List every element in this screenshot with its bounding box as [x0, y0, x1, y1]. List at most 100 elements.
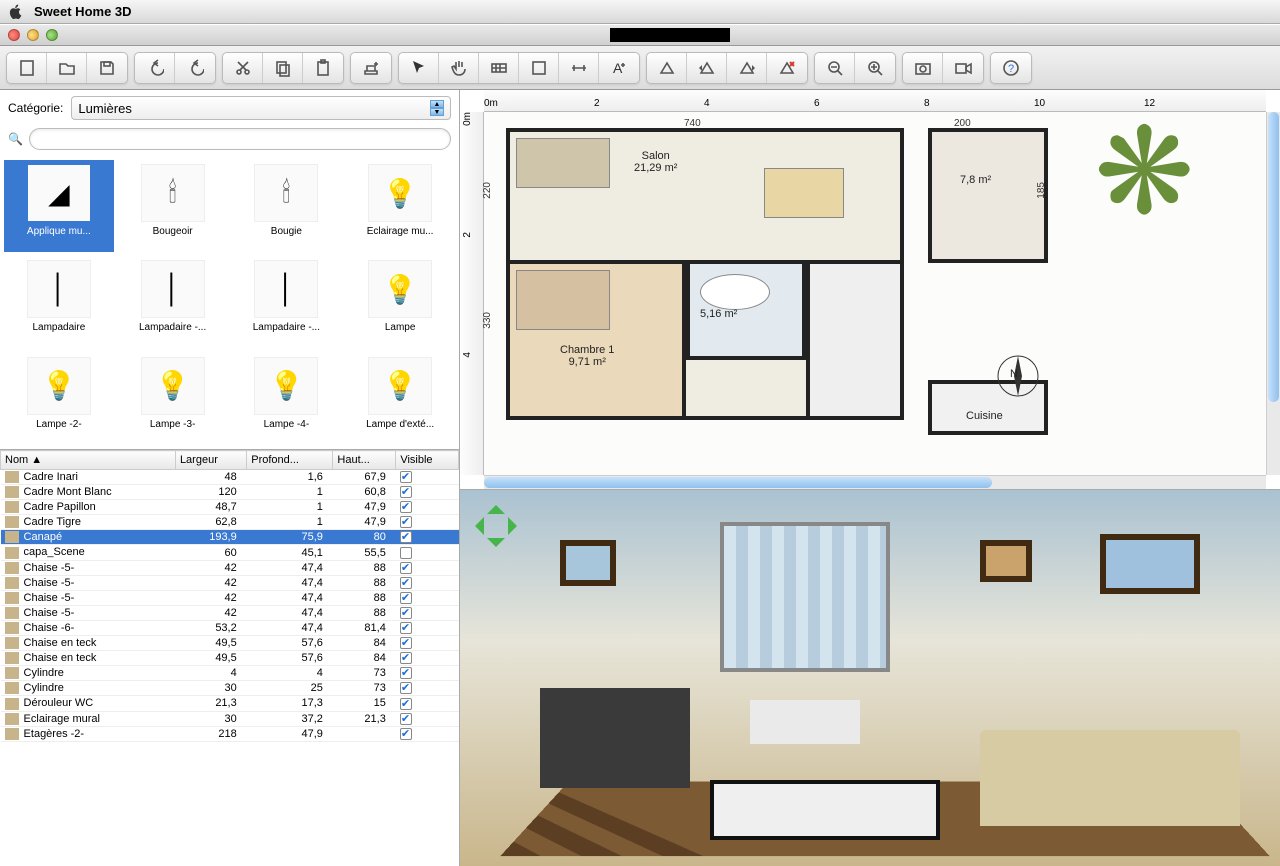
table-row[interactable]: Cadre Mont Blanc120160,8 [1, 485, 459, 500]
catalog-item[interactable]: 🕯Bougeoir [118, 160, 228, 252]
plan-canvas[interactable]: ❋ 740200220330185Salon21,29 m²Chambre 19… [484, 112, 1266, 475]
furniture-bed [516, 270, 610, 330]
column-header[interactable]: Visible [396, 451, 459, 470]
column-header[interactable]: Largeur [175, 451, 246, 470]
table-row[interactable]: Chaise -6-53,247,481,4 [1, 620, 459, 635]
chevron-up-icon[interactable]: ▲ [430, 100, 444, 108]
save-button[interactable] [87, 53, 127, 83]
prev-level-button[interactable] [687, 53, 727, 83]
close-window-button[interactable] [8, 29, 20, 41]
table-row[interactable]: Cylindre302573 [1, 681, 459, 696]
catalog-search-input[interactable] [29, 128, 451, 150]
furniture-table[interactable]: Nom ▲LargeurProfond...Haut...Visible Cad… [0, 450, 459, 742]
select-button[interactable] [399, 53, 439, 83]
visible-checkbox[interactable] [400, 531, 412, 543]
nav-left-icon[interactable] [466, 517, 484, 535]
ruler-vertical: 0m24 [460, 112, 484, 475]
chevron-down-icon[interactable]: ▼ [430, 108, 444, 116]
column-header[interactable]: Haut... [333, 451, 396, 470]
visible-checkbox[interactable] [400, 652, 412, 664]
catalog-item[interactable]: 💡Lampe d'exté... [345, 353, 455, 445]
visible-checkbox[interactable] [400, 562, 412, 574]
visible-checkbox[interactable] [400, 471, 412, 483]
table-row[interactable]: Chaise -5-4247,488 [1, 590, 459, 605]
visible-checkbox[interactable] [400, 501, 412, 513]
next-level-button[interactable] [727, 53, 767, 83]
photo-button[interactable] [903, 53, 943, 83]
catalog-item[interactable]: 💡Lampe -3- [118, 353, 228, 445]
catalog-item[interactable]: 💡Lampe -2- [4, 353, 114, 445]
table-row[interactable]: Etagères -2-21847,9 [1, 726, 459, 741]
delete-level-button[interactable] [767, 53, 807, 83]
visible-checkbox[interactable] [400, 713, 412, 725]
text-button[interactable]: A [599, 53, 639, 83]
visible-checkbox[interactable] [400, 592, 412, 604]
help-button[interactable]: ? [991, 53, 1031, 83]
visible-checkbox[interactable] [400, 682, 412, 694]
catalog-item[interactable]: │Lampadaire [4, 256, 114, 348]
wall-button[interactable] [479, 53, 519, 83]
zoom-out-button[interactable] [815, 53, 855, 83]
visible-checkbox[interactable] [400, 486, 412, 498]
table-row[interactable]: capa_Scene6045,155,5 [1, 545, 459, 560]
view-3d-panel[interactable] [460, 490, 1280, 866]
visible-checkbox[interactable] [400, 728, 412, 740]
catalog-thumb: ◢ [27, 164, 91, 222]
category-select[interactable]: Lumières ▲▼ [71, 96, 451, 120]
redo-button[interactable] [175, 53, 215, 83]
cut-button[interactable] [223, 53, 263, 83]
catalog-item[interactable]: ◢Applique mu... [4, 160, 114, 252]
new-button[interactable] [7, 53, 47, 83]
table-row[interactable]: Dérouleur WC21,317,315 [1, 696, 459, 711]
table-row[interactable]: Chaise -5-4247,488 [1, 605, 459, 620]
table-row[interactable]: Canapé193,975,980 [1, 530, 459, 545]
catalog-item-label: Lampadaire -... [250, 321, 323, 334]
row-icon [5, 516, 19, 528]
pan-button[interactable] [439, 53, 479, 83]
catalog-item[interactable]: 💡Lampe [345, 256, 455, 348]
visible-checkbox[interactable] [400, 622, 412, 634]
table-row[interactable]: Cadre Papillon48,7147,9 [1, 500, 459, 515]
table-row[interactable]: Eclairage mural3037,221,3 [1, 711, 459, 726]
paste-button[interactable] [303, 53, 343, 83]
catalog-item[interactable]: 💡Lampe -4- [232, 353, 342, 445]
table-row[interactable]: Chaise -5-4247,488 [1, 560, 459, 575]
column-header[interactable]: Nom ▲ [1, 451, 176, 470]
zoom-window-button[interactable] [46, 29, 58, 41]
add-furniture-button[interactable] [351, 53, 391, 83]
table-row[interactable]: Cadre Tigre62,8147,9 [1, 515, 459, 530]
visible-checkbox[interactable] [400, 667, 412, 679]
visible-checkbox[interactable] [400, 637, 412, 649]
ruler-tick: 6 [814, 98, 820, 109]
catalog-item[interactable]: │Lampadaire -... [232, 256, 342, 348]
minimize-window-button[interactable] [27, 29, 39, 41]
visible-checkbox[interactable] [400, 577, 412, 589]
plan-scrollbar-h[interactable] [484, 475, 1266, 489]
table-header-row[interactable]: Nom ▲LargeurProfond...Haut...Visible [1, 451, 459, 470]
table-row[interactable]: Chaise en teck49,557,684 [1, 651, 459, 666]
visible-checkbox[interactable] [400, 698, 412, 710]
visible-checkbox[interactable] [400, 547, 412, 559]
table-row[interactable]: Cadre Inari481,667,9 [1, 470, 459, 485]
table-row[interactable]: Cylindre4473 [1, 666, 459, 681]
undo-button[interactable] [135, 53, 175, 83]
dimension-button[interactable] [559, 53, 599, 83]
window-controls [8, 29, 58, 41]
open-button[interactable] [47, 53, 87, 83]
zoom-in-button[interactable] [855, 53, 895, 83]
room-button[interactable] [519, 53, 559, 83]
create-level-button[interactable] [647, 53, 687, 83]
video-button[interactable] [943, 53, 983, 83]
catalog-item-label: Lampadaire -... [136, 321, 209, 334]
visible-checkbox[interactable] [400, 516, 412, 528]
plan-scrollbar-v[interactable] [1266, 112, 1280, 475]
table-row[interactable]: Chaise en teck49,557,684 [1, 636, 459, 651]
table-row[interactable]: Chaise -5-4247,488 [1, 575, 459, 590]
catalog-item[interactable]: 💡Eclairage mu... [345, 160, 455, 252]
catalog-item[interactable]: 🕯Bougie [232, 160, 342, 252]
catalog-item[interactable]: │Lampadaire -... [118, 256, 228, 348]
column-header[interactable]: Profond... [247, 451, 333, 470]
visible-checkbox[interactable] [400, 607, 412, 619]
copy-button[interactable] [263, 53, 303, 83]
plan-2d-panel[interactable]: 0m24681012 0m24 ❋ 740200220330185 [460, 90, 1280, 490]
